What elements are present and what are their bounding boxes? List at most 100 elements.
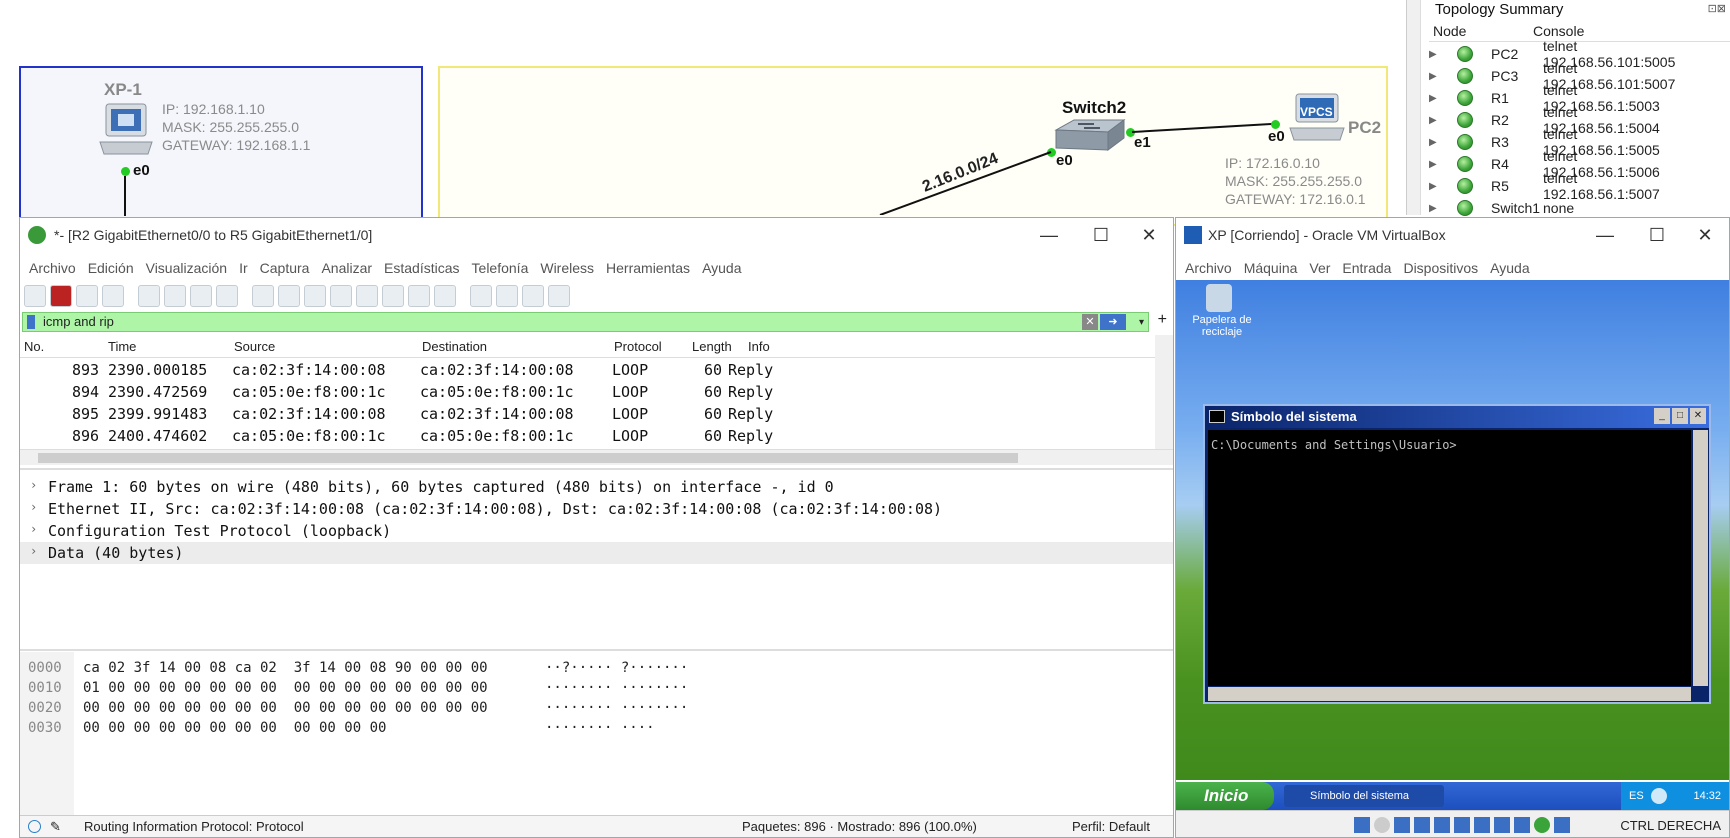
menu-analizar[interactable]: Analizar: [321, 260, 372, 276]
minimize-button[interactable]: —: [1585, 222, 1625, 248]
close-button[interactable]: ✕: [1129, 222, 1169, 248]
cpu-icon[interactable]: [1514, 817, 1530, 833]
go-to-packet-icon[interactable]: [330, 285, 352, 307]
hex-ascii[interactable]: ········ ········: [545, 700, 688, 716]
col-destination[interactable]: Destination: [422, 339, 487, 354]
node-col-header[interactable]: Node: [1433, 23, 1466, 39]
network-icon[interactable]: [1414, 817, 1430, 833]
open-file-icon[interactable]: [138, 285, 160, 307]
go-back-icon[interactable]: [278, 285, 300, 307]
topology-row[interactable]: ▶ R2 telnet 192.168.56.1:5004: [1429, 104, 1660, 136]
audio-icon[interactable]: [1394, 817, 1410, 833]
expand-arrow-icon[interactable]: ›: [30, 544, 37, 558]
menu-wireless[interactable]: Wireless: [540, 260, 594, 276]
menu-herramientas[interactable]: Herramientas: [606, 260, 690, 276]
menu-dispositivos[interactable]: Dispositivos: [1403, 260, 1478, 276]
col-info[interactable]: Info: [748, 339, 770, 354]
topology-row[interactable]: ▶ R4 telnet 192.168.56.1:5006: [1429, 148, 1660, 180]
detail-row[interactable]: › Configuration Test Protocol (loopback): [20, 520, 1173, 542]
topology-scrollbar[interactable]: [1407, 0, 1421, 215]
topology-row[interactable]: ▶ PC3 telnet 192.168.56.101:5007: [1429, 60, 1675, 92]
topology-canvas[interactable]: XP-1 IP: 192.168.1.10 MASK: 255.255.255.…: [0, 0, 1395, 226]
expand-arrow-icon[interactable]: ▶: [1429, 203, 1447, 214]
optical-drive-icon[interactable]: [1374, 817, 1390, 833]
last-packet-icon[interactable]: [382, 285, 404, 307]
table-row[interactable]: 896 2400.474602 ca:05:0e:f8:00:1c ca:05:0e:…: [20, 425, 1155, 447]
restart-capture-icon[interactable]: [76, 285, 98, 307]
console-col-header[interactable]: Console: [1533, 23, 1584, 39]
hdd-icon[interactable]: [1354, 817, 1370, 833]
colorize-icon[interactable]: [434, 285, 456, 307]
table-row[interactable]: 895 2399.991483 ca:02:3f:14:00:08 ca:02:3f:…: [20, 403, 1155, 425]
expand-arrow-icon[interactable]: ▶: [1429, 137, 1447, 148]
table-row[interactable]: 894 2390.472569 ca:05:0e:f8:00:1c ca:05:0e:…: [20, 381, 1155, 403]
resize-columns-icon[interactable]: [548, 285, 570, 307]
menu-archivo[interactable]: Archivo: [29, 260, 76, 276]
topology-row[interactable]: ▶ R3 telnet 192.168.56.1:5005: [1429, 126, 1660, 158]
cmd-window[interactable]: Símbolo del sistema _ □ ✕ C:\Documents a…: [1203, 404, 1711, 704]
hex-bytes[interactable]: 00 00 00 00 00 00 00 00 00 00 00 00: [83, 720, 386, 736]
menu-captura[interactable]: Captura: [260, 260, 310, 276]
cmd-maximize-button[interactable]: □: [1672, 408, 1688, 424]
menu-ayuda[interactable]: Ayuda: [702, 260, 741, 276]
expand-arrow-icon[interactable]: ›: [30, 522, 37, 536]
go-forward-icon[interactable]: [304, 285, 326, 307]
scroll-thumb[interactable]: [38, 453, 1018, 463]
zoom-reset-icon[interactable]: [522, 285, 544, 307]
virtualbox-titlebar[interactable]: XP [Corriendo] - Oracle VM VirtualBox — …: [1176, 218, 1729, 252]
packet-list-hscrollbar[interactable]: [20, 449, 1173, 465]
recycle-bin-icon[interactable]: [1206, 284, 1232, 312]
pane-divider[interactable]: [20, 468, 1173, 470]
col-length[interactable]: Length: [692, 339, 732, 354]
col-no[interactable]: No.: [24, 339, 44, 354]
detail-row[interactable]: › Data (40 bytes): [20, 542, 1173, 564]
stop-capture-icon[interactable]: [50, 285, 72, 307]
panel-close-icon[interactable]: ⊡⊠: [1708, 2, 1726, 15]
expand-arrow-icon[interactable]: ▶: [1429, 115, 1447, 126]
tray-icon[interactable]: [1651, 788, 1667, 804]
menu-ir[interactable]: Ir: [239, 260, 248, 276]
hex-ascii[interactable]: ········ ········: [545, 680, 688, 696]
start-button[interactable]: Inicio: [1176, 782, 1274, 810]
col-protocol[interactable]: Protocol: [614, 339, 662, 354]
menu-edicion[interactable]: Edición: [88, 260, 134, 276]
hex-bytes[interactable]: 01 00 00 00 00 00 00 00 00 00 00 00 00 0…: [83, 680, 488, 696]
cmd-hscrollbar[interactable]: [1208, 687, 1691, 701]
menu-ayuda[interactable]: Ayuda: [1490, 260, 1529, 276]
wireshark-titlebar[interactable]: *- [R2 GigabitEthernet0/0 to R5 GigabitE…: [20, 218, 1173, 252]
pane-divider[interactable]: [20, 649, 1173, 651]
menu-entrada[interactable]: Entrada: [1342, 260, 1391, 276]
cmd-minimize-button[interactable]: _: [1654, 408, 1670, 424]
topology-row[interactable]: ▶ Switch1 none: [1429, 197, 1574, 219]
hex-ascii[interactable]: ········ ····: [545, 720, 655, 736]
hex-bytes[interactable]: 00 00 00 00 00 00 00 00 00 00 00 00 00 0…: [83, 700, 488, 716]
guest-desktop[interactable]: Papelera de reciclaje Símbolo del sistem…: [1176, 280, 1729, 780]
display-filter-input[interactable]: icmp and rip ✕ ➜ ▾: [22, 312, 1149, 332]
expand-arrow-icon[interactable]: ›: [30, 500, 37, 514]
detail-row[interactable]: › Frame 1: 60 bytes on wire (480 bits), 6…: [20, 476, 1173, 498]
topology-row[interactable]: ▶ R1 telnet 192.168.56.1:5003: [1429, 82, 1660, 114]
maximize-button[interactable]: ☐: [1637, 222, 1677, 248]
menu-maquina[interactable]: Máquina: [1244, 260, 1298, 276]
add-filter-button[interactable]: +: [1158, 311, 1167, 329]
video-capture-icon[interactable]: [1494, 817, 1510, 833]
col-source[interactable]: Source: [234, 339, 275, 354]
guest-additions-icon[interactable]: [1534, 817, 1550, 833]
reload-icon[interactable]: [216, 285, 238, 307]
taskbar-cmd-button[interactable]: Símbolo del sistema: [1284, 785, 1444, 807]
detail-row[interactable]: › Ethernet II, Src: ca:02:3f:14:00:08 (ca…: [20, 498, 1173, 520]
expand-arrow-icon[interactable]: ›: [30, 478, 37, 492]
usb-icon[interactable]: [1434, 817, 1450, 833]
col-time[interactable]: Time: [108, 339, 136, 354]
filter-dropdown-icon[interactable]: ▾: [1139, 314, 1144, 332]
display-icon[interactable]: [1474, 817, 1490, 833]
expand-arrow-icon[interactable]: ▶: [1429, 159, 1447, 170]
cmd-console[interactable]: C:\Documents and Settings\Usuario>: [1208, 430, 1691, 686]
zoom-out-icon[interactable]: [496, 285, 518, 307]
minimize-button[interactable]: —: [1029, 222, 1069, 248]
capture-options-icon[interactable]: [102, 285, 124, 307]
comment-icon[interactable]: ✎: [50, 819, 61, 835]
zoom-in-icon[interactable]: [470, 285, 492, 307]
packet-list-vscrollbar[interactable]: [1155, 335, 1173, 449]
close-file-icon[interactable]: [190, 285, 212, 307]
